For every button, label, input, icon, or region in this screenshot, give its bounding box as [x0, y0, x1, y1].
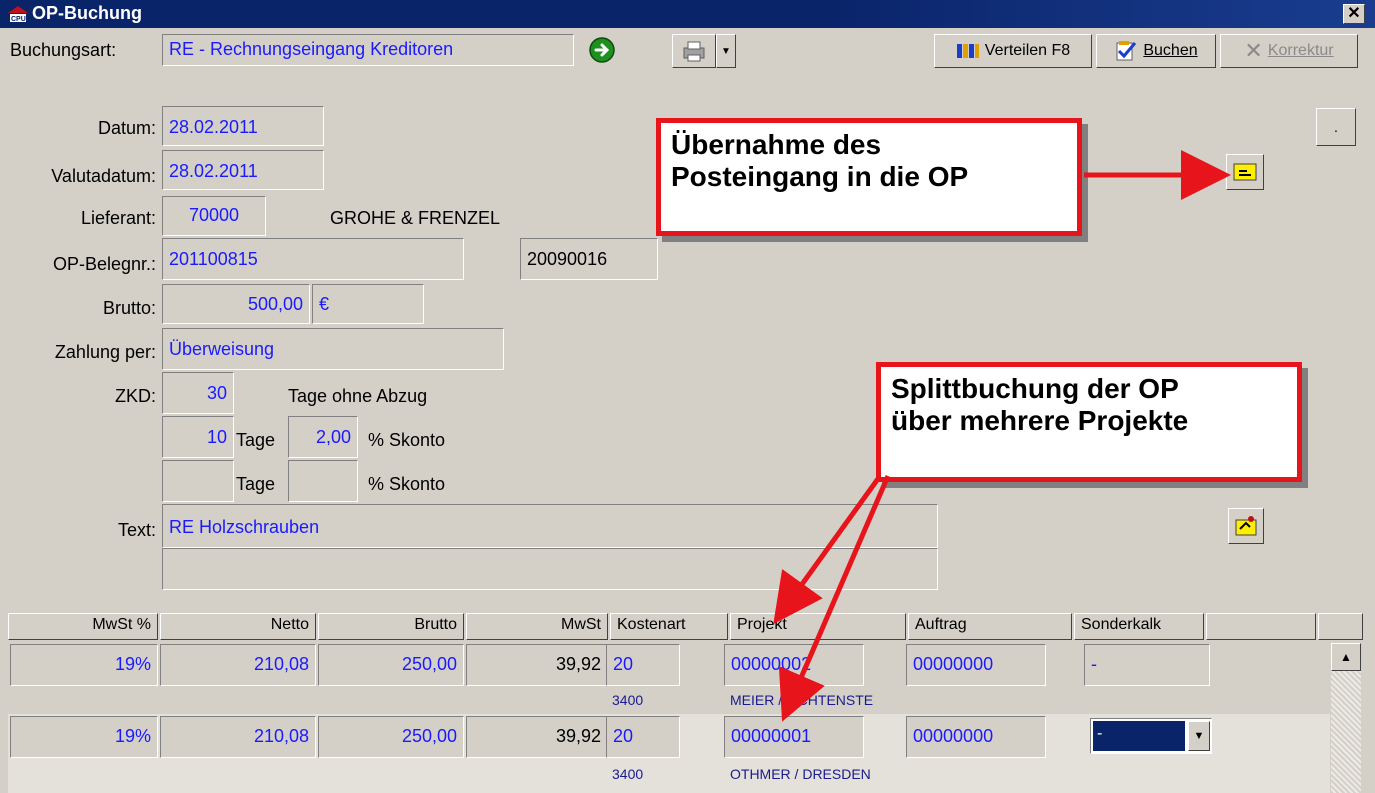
- valutadatum-field[interactable]: 28.02.2011: [162, 150, 324, 190]
- buchen-button[interactable]: Buchen: [1096, 34, 1216, 68]
- lieferant-label: Lieferant:: [80, 208, 156, 228]
- callout1-line1: Übernahme des: [671, 129, 882, 160]
- col-corner: [1318, 613, 1363, 640]
- row1-netto[interactable]: 210,08: [160, 644, 316, 686]
- buchen-label: Buchen: [1143, 42, 1198, 59]
- row2-mwst-pct[interactable]: 19%: [10, 716, 158, 758]
- go-arrow-icon[interactable]: [588, 36, 616, 64]
- skonto1-pct-field[interactable]: 2,00: [288, 416, 358, 458]
- row2-kostenart[interactable]: 20: [606, 716, 680, 758]
- callout-splittbuchung: Splittbuchung der OP über mehrere Projek…: [876, 362, 1302, 482]
- row1-kostenart[interactable]: 20: [606, 644, 680, 686]
- zkd-text: Tage ohne Abzug: [288, 386, 428, 406]
- korrektur-label: Korrektur: [1267, 42, 1334, 59]
- chevron-down-icon[interactable]: ▼: [1188, 721, 1210, 751]
- col-projekt[interactable]: Projekt: [730, 613, 906, 640]
- text1-field[interactable]: RE Holzschrauben: [162, 504, 938, 548]
- posteingang-button[interactable]: [1226, 154, 1264, 190]
- small-corner-button[interactable]: .: [1316, 108, 1356, 146]
- col-sonderkalk[interactable]: Sonderkalk: [1074, 613, 1204, 640]
- col-mwst-pct[interactable]: MwSt %: [8, 613, 158, 640]
- callout1-line2: Posteingang in die OP: [671, 161, 969, 193]
- chevron-down-icon[interactable]: ▼: [716, 34, 736, 68]
- skonto1-tage-label: Tage: [236, 430, 276, 450]
- row1-mwst-pct[interactable]: 19%: [10, 644, 158, 686]
- grid-header: MwSt % Netto Brutto MwSt Kostenart Proje…: [8, 613, 1363, 640]
- row2-auftrag[interactable]: 00000000: [906, 716, 1046, 758]
- app-icon: CPU: [8, 6, 28, 23]
- edit-icon: [1235, 516, 1257, 536]
- skonto1-text: % Skonto: [368, 430, 446, 450]
- row1-kostenart-sub: 3400: [612, 692, 644, 708]
- row2-sonderkalk-dropdown[interactable]: - ▼: [1090, 718, 1212, 754]
- posteingang-icon: [1233, 163, 1257, 181]
- row1-brutto[interactable]: 250,00: [318, 644, 464, 686]
- korrektur-button[interactable]: ✕ Korrektur: [1220, 34, 1358, 68]
- scroll-up-icon[interactable]: ▲: [1331, 643, 1361, 671]
- belegnr2-field[interactable]: 20090016: [520, 238, 658, 280]
- col-netto[interactable]: Netto: [160, 613, 316, 640]
- lieferant-nr-field[interactable]: 70000: [162, 196, 266, 236]
- belegnr-field[interactable]: 201100815: [162, 238, 464, 280]
- vertical-scrollbar[interactable]: ▲: [1331, 643, 1361, 793]
- row2-brutto[interactable]: 250,00: [318, 716, 464, 758]
- datum-label: Datum:: [97, 118, 156, 138]
- row2-kostenart-sub: 3400: [612, 766, 644, 782]
- zkd-label: ZKD:: [114, 386, 156, 406]
- callout2-line1: Splittbuchung der OP: [891, 373, 1179, 404]
- callout-posteingang: Übernahme des Posteingang in die OP: [656, 118, 1082, 236]
- col-brutto[interactable]: Brutto: [318, 613, 464, 640]
- col-kostenart[interactable]: Kostenart: [610, 613, 728, 640]
- verteilen-button[interactable]: Verteilen F8: [934, 34, 1092, 68]
- row1-auftrag[interactable]: 00000000: [906, 644, 1046, 686]
- zahlung-field[interactable]: Überweisung: [162, 328, 504, 370]
- row1-projekt[interactable]: 00000002: [724, 644, 864, 686]
- col-empty: [1206, 613, 1316, 640]
- skonto2-text: % Skonto: [368, 474, 446, 494]
- row2-mwst[interactable]: 39,92: [466, 716, 608, 758]
- row2-projekt[interactable]: 00000001: [724, 716, 864, 758]
- korrektur-x-icon: ✕: [1244, 38, 1263, 63]
- skonto1-days-field[interactable]: 10: [162, 416, 234, 458]
- printer-icon: [683, 41, 705, 62]
- callout2-line2: über mehrere Projekte: [891, 405, 1189, 437]
- buchungsart-label: Buchungsart:: [10, 40, 117, 60]
- zahlung-label: Zahlung per:: [54, 342, 156, 362]
- belegnr-label: OP-Belegnr.:: [52, 254, 156, 274]
- row2-sonderkalk-value: -: [1093, 721, 1185, 751]
- window-title: OP-Buchung: [32, 3, 142, 23]
- row1-sonderkalk[interactable]: -: [1084, 644, 1210, 686]
- printer-button[interactable]: [672, 34, 716, 68]
- verteilen-label: Verteilen F8: [984, 42, 1071, 59]
- brutto-field[interactable]: 500,00: [162, 284, 310, 324]
- valutadatum-label: Valutadatum:: [51, 166, 156, 186]
- skonto2-days-field[interactable]: [162, 460, 234, 502]
- text-label: Text:: [117, 520, 156, 540]
- datum-field[interactable]: 28.02.2011: [162, 106, 324, 146]
- text2-field[interactable]: [162, 548, 938, 590]
- row1-projekt-sub: MEIER / LICHTENSTE: [730, 692, 874, 708]
- brutto-label: Brutto:: [102, 298, 156, 318]
- skonto2-tage-label: Tage: [236, 474, 276, 494]
- lieferant-name: GROHE & FRENZEL: [330, 208, 501, 228]
- currency-field[interactable]: €: [312, 284, 424, 324]
- row2-netto[interactable]: 210,08: [160, 716, 316, 758]
- svg-text:CPU: CPU: [11, 16, 26, 23]
- col-mwst[interactable]: MwSt: [466, 613, 608, 640]
- edit-button[interactable]: [1228, 508, 1264, 544]
- verteilen-icon: [956, 44, 979, 58]
- col-auftrag[interactable]: Auftrag: [908, 613, 1072, 640]
- skonto2-pct-field[interactable]: [288, 460, 358, 502]
- row2-projekt-sub: OTHMER / DRESDEN: [730, 766, 871, 782]
- title-bar: CPU OP-Buchung ✕: [0, 0, 1375, 28]
- buchen-icon: [1116, 41, 1137, 61]
- table-row[interactable]: 19% 210,08 250,00 39,92 20 3400 00000001…: [8, 714, 1330, 793]
- close-button[interactable]: ✕: [1343, 4, 1365, 24]
- zkd-days-field[interactable]: 30: [162, 372, 234, 414]
- table-row[interactable]: 19% 210,08 250,00 39,92 20 3400 00000002…: [8, 642, 1330, 714]
- buchungsart-field[interactable]: RE - Rechnungseingang Kreditoren: [162, 34, 574, 66]
- row1-mwst[interactable]: 39,92: [466, 644, 608, 686]
